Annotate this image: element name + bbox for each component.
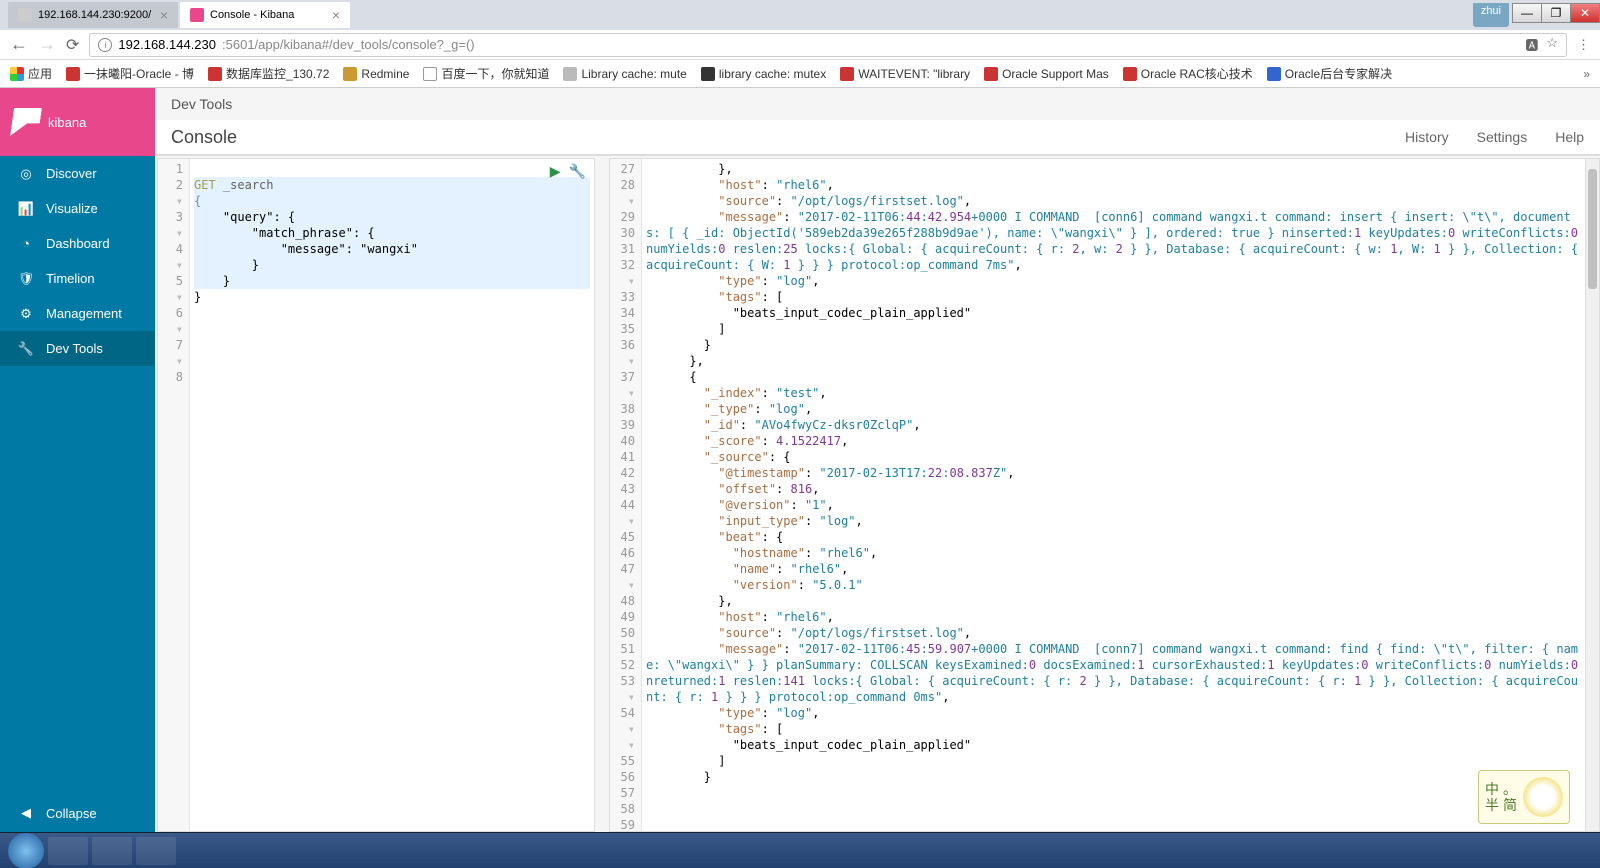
bookmark-icon [208,67,222,81]
url-input[interactable]: i 192.168.144.230 :5601/app/kibana#/dev_t… [89,33,1567,57]
request-code[interactable]: GET _search { "query": { "match_phrase":… [190,159,594,831]
compass-icon: ◎ [18,166,34,182]
translate-icon[interactable]: 🅰 [1525,35,1538,54]
scrollbar[interactable] [1585,159,1599,831]
collapse-icon: ◀ [18,805,34,821]
tab-title: Console - Kibana [210,9,294,21]
menu-button[interactable]: ⋮ [1577,37,1590,53]
bookmark-icon [984,67,998,81]
window-controls: zhui — ❐ ✕ [1473,3,1600,27]
ime-toolbar[interactable]: 中 。 半 简 [1478,770,1570,824]
bookmark-icon [423,67,437,81]
line-gutter: 1 2 ▾ 3 ▾ 4 ▾ 5 ▾ 6 ▾ 7 ▾ 8 [158,159,190,831]
response-viewer: 27 28 ▾ 29 30 31 32 ▾ 33 34 35 36 ▾ 37 ▾… [609,158,1600,832]
bookmark-icon [1123,67,1137,81]
taskbar-item[interactable] [136,837,176,865]
bookmark-item[interactable]: Redmine [343,67,409,81]
url-path: :5601/app/kibana#/dev_tools/console?_g=(… [222,37,475,52]
settings-link[interactable]: Settings [1477,129,1528,145]
bookmark-icon [66,67,80,81]
run-button[interactable]: ▶ [550,163,561,180]
bookmark-item[interactable]: 百度一下，你就知道 [423,65,549,82]
tab-title: 192.168.144.230:9200/ [38,9,151,21]
url-bar: ← → ⟳ i 192.168.144.230 :5601/app/kibana#… [0,30,1600,60]
kibana-logo-icon [10,108,42,136]
scroll-thumb[interactable] [1588,169,1597,289]
bookmark-icon [701,67,715,81]
forward-button[interactable]: → [38,34,56,55]
sidebar: kibana ◎Discover 📊Visualize ◔Dashboard 🛡… [0,88,155,832]
sidebar-collapse[interactable]: ◀Collapse [0,794,155,832]
page-title: Console [171,127,237,148]
browser-tab-0[interactable]: 192.168.144.230:9200/ × [8,2,178,28]
info-icon[interactable]: i [98,38,112,52]
bookmark-item[interactable]: Oracle Support Mas [984,67,1109,81]
brand[interactable]: kibana [0,88,155,156]
bookmark-item[interactable]: library cache: mutex [701,67,826,81]
sidebar-item-visualize[interactable]: 📊Visualize [0,191,155,226]
bookmarks-overflow[interactable]: » [1583,67,1590,81]
kibana-icon [190,8,204,22]
breadcrumb: Dev Tools [155,88,1600,120]
url-host: 192.168.144.230 [118,37,216,52]
flower-icon [1523,777,1563,817]
taskbar-item[interactable] [92,837,132,865]
close-icon[interactable]: × [332,7,340,23]
options-button[interactable]: 🔧 [569,163,586,180]
globe-icon [18,8,32,22]
line-gutter: 27 28 ▾ 29 30 31 32 ▾ 33 34 35 36 ▾ 37 ▾… [610,159,642,831]
wrench-icon: 🔧 [18,341,34,357]
sidebar-item-management[interactable]: ⚙Management [0,296,155,331]
taskbar-item[interactable] [48,837,88,865]
bookmark-item[interactable]: WAITEVENT: "library [840,67,970,81]
console-header: Console History Settings Help [155,120,1600,156]
bookmark-item[interactable]: Library cache: mute [563,67,686,81]
back-button[interactable]: ← [10,34,28,55]
bookmark-icon [840,67,854,81]
sidebar-item-dashboard[interactable]: ◔Dashboard [0,226,155,261]
gear-icon: ⚙ [18,306,34,322]
sidebar-item-timelion[interactable]: 🛡Timelion [0,261,155,296]
history-link[interactable]: History [1405,129,1449,145]
browser-tab-1[interactable]: Console - Kibana × [180,2,350,28]
minimize-button[interactable]: — [1512,3,1542,23]
bookmark-icon [563,67,577,81]
taskbar[interactable] [0,832,1600,868]
bookmark-icon [343,67,357,81]
close-icon[interactable]: × [160,7,168,23]
brand-text: kibana [48,115,86,130]
sidebar-item-discover[interactable]: ◎Discover [0,156,155,191]
help-link[interactable]: Help [1555,129,1584,145]
bookmarks-bar: 应用 一抹曦阳-Oracle - 博 数据库监控_130.72 Redmine … [0,60,1600,88]
close-button[interactable]: ✕ [1570,3,1600,23]
request-editor[interactable]: 1 2 ▾ 3 ▾ 4 ▾ 5 ▾ 6 ▾ 7 ▾ 8 GET _search … [157,158,595,832]
bookmark-item[interactable]: 一抹曦阳-Oracle - 博 [66,65,194,82]
maximize-button[interactable]: ❐ [1541,3,1571,23]
url-actions: 🅰 ☆ [1525,35,1558,54]
start-button[interactable] [8,833,44,868]
user-badge: zhui [1473,3,1509,27]
bookmark-item[interactable]: Oracle后台专家解决 [1267,65,1392,82]
gauge-icon: ◔ [18,236,34,252]
star-icon[interactable]: ☆ [1546,35,1558,54]
lion-icon: 🛡 [18,271,34,287]
bookmark-item[interactable]: Oracle RAC核心技术 [1123,65,1253,82]
apps-icon [10,67,24,81]
tab-strip: 192.168.144.230:9200/ × Console - Kibana… [0,0,1600,30]
bookmark-icon [1267,67,1281,81]
apps-button[interactable]: 应用 [10,65,52,82]
sidebar-item-devtools[interactable]: 🔧Dev Tools [0,331,155,366]
chart-icon: 📊 [18,201,34,217]
response-code[interactable]: }, "host": "rhel6", "source": "/opt/logs… [642,159,1585,831]
reload-button[interactable]: ⟳ [66,35,79,55]
bookmark-item[interactable]: 数据库监控_130.72 [208,65,329,82]
